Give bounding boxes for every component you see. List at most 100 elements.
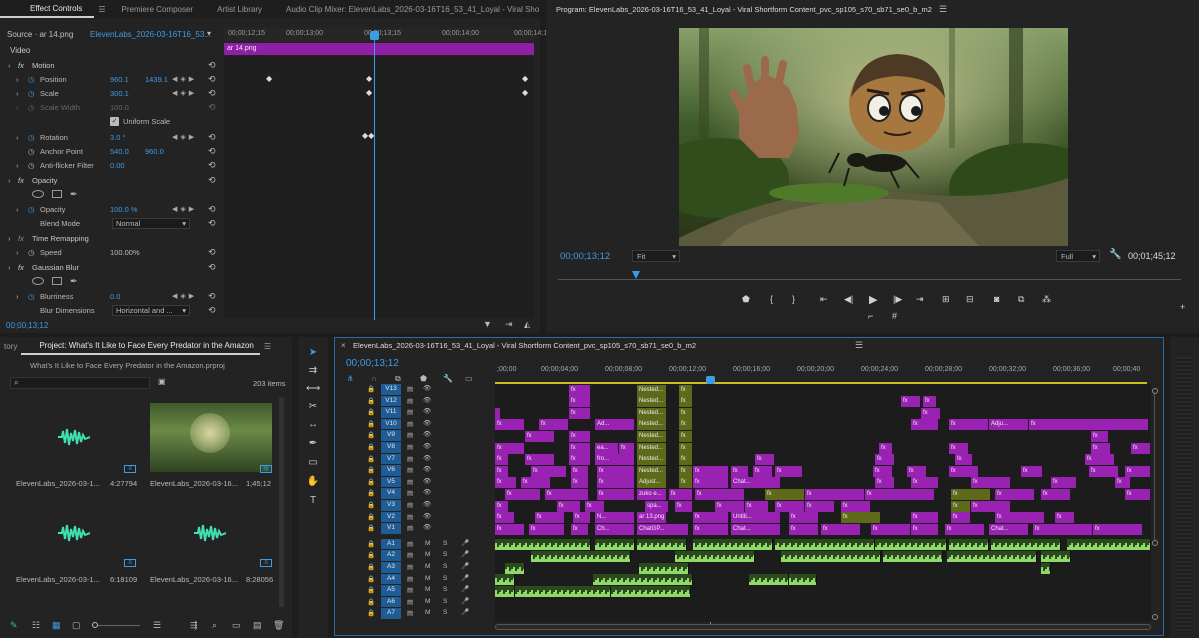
- track-target[interactable]: V1: [381, 523, 401, 534]
- mic-icon[interactable]: 🎤: [461, 562, 469, 570]
- video-clip[interactable]: Nested...: [637, 419, 667, 431]
- tab-premiere-composer[interactable]: Premiere Composer: [110, 5, 206, 14]
- audio-clip[interactable]: [1041, 550, 1071, 562]
- sync-icon[interactable]: ▤: [407, 586, 413, 594]
- wrench-icon[interactable]: 🔧: [1109, 249, 1121, 260]
- timeline-title[interactable]: ElevenLabs_2026-03-16T16_53_41_Loyal - V…: [353, 341, 696, 350]
- reset-icon[interactable]: ⟲: [208, 74, 216, 85]
- audio-clip[interactable]: [505, 562, 525, 574]
- close-icon[interactable]: ×: [341, 341, 346, 350]
- eye-icon[interactable]: 👁: [423, 512, 431, 520]
- video-clip[interactable]: fx: [865, 488, 935, 500]
- settings-wrench-icon[interactable]: 🔧: [443, 374, 453, 383]
- stopwatch-icon[interactable]: ◷: [28, 89, 35, 98]
- mic-icon[interactable]: 🎤: [461, 550, 469, 558]
- video-clip[interactable]: fx: [1125, 465, 1151, 477]
- lock-icon[interactable]: 🔒: [367, 575, 375, 583]
- selection-tool-icon[interactable]: ➤: [306, 347, 320, 361]
- ec-clip-bar[interactable]: ar 14.png: [224, 43, 534, 55]
- rotation-row[interactable]: › ◷ Rotation 3.0 ° ◀◈▶ ⟲: [0, 130, 222, 144]
- sync-icon[interactable]: ▤: [407, 408, 413, 416]
- reset-icon[interactable]: ⟲: [208, 132, 216, 143]
- opacity-row[interactable]: › ◷ Opacity 100.0 % ◀◈▶ ⟲: [0, 202, 222, 216]
- video-clip[interactable]: fx: [505, 488, 541, 500]
- video-clip[interactable]: fx: [1021, 465, 1043, 477]
- track-header-v11[interactable]: 🔒 V11 ▤ 👁: [365, 407, 493, 418]
- track-header-v12[interactable]: 🔒 V12 ▤ 👁: [365, 395, 493, 407]
- ec-ruler[interactable]: 00;00;12;15 00;00;13;00 00;00;13;15 00;0…: [224, 28, 547, 42]
- video-clip[interactable]: fx: [569, 430, 591, 442]
- lock-icon[interactable]: 🔒: [367, 478, 375, 486]
- video-clip[interactable]: fx: [879, 442, 893, 454]
- trash-icon[interactable]: 🗑: [273, 620, 284, 631]
- track-header-v1[interactable]: 🔒 V1 ▤ 👁: [365, 523, 493, 534]
- video-clip[interactable]: fx: [971, 477, 1011, 489]
- nest-icon[interactable]: ⧉: [395, 374, 401, 384]
- video-clip[interactable]: spa...: [645, 500, 669, 512]
- keyframe-nav[interactable]: ◀◈▶: [172, 89, 197, 97]
- video-clip[interactable]: fx: [619, 442, 635, 454]
- tab-project[interactable]: Project: What's It Like to Face Every Pr…: [21, 337, 260, 355]
- ripple-edit-tool-icon[interactable]: ⟷: [306, 383, 320, 397]
- sync-icon[interactable]: ▤: [407, 575, 413, 583]
- keyframe-diamond[interactable]: ◆: [366, 74, 372, 83]
- audio-clip[interactable]: [495, 574, 515, 586]
- reset-icon[interactable]: ⟲: [208, 60, 216, 71]
- tab-audio-clip-mixer[interactable]: Audio Clip Mixer: ElevenLabs_2026-03-16T…: [274, 5, 551, 14]
- program-title[interactable]: Program: ElevenLabs_2026-03-16T16_53_41_…: [556, 5, 932, 14]
- audio-clip[interactable]: [789, 574, 817, 586]
- sync-icon[interactable]: ▤: [407, 431, 413, 439]
- lock-icon[interactable]: 🔒: [367, 455, 375, 463]
- video-clip[interactable]: fx: [911, 523, 939, 535]
- source-label[interactable]: Source · ar 14.png: [7, 30, 73, 39]
- fit-select[interactable]: Fit ▾: [632, 250, 680, 262]
- tab-menu-icon[interactable]: ☰: [94, 5, 109, 14]
- reset-icon[interactable]: ⟲: [208, 218, 216, 229]
- sync-icon[interactable]: ▤: [407, 609, 413, 617]
- keyframe-diamond[interactable]: ◆◆: [362, 131, 374, 140]
- eye-icon[interactable]: 👁: [423, 396, 431, 404]
- track-header-a2[interactable]: 🔒 A2 ▤ M S 🎤: [365, 550, 493, 561]
- audio-clip[interactable]: [947, 550, 1037, 562]
- track-header-a5[interactable]: 🔒 A5 ▤ M S 🎤: [365, 585, 493, 596]
- keyframe-nav[interactable]: ◀◈▶: [172, 75, 197, 83]
- pencil-icon[interactable]: ✎: [10, 620, 18, 631]
- video-clip[interactable]: fx: [535, 512, 565, 524]
- audio-clip[interactable]: [595, 539, 635, 551]
- track-header-a1[interactable]: 🔒 A1 ▤ M S 🎤: [365, 538, 493, 550]
- find-icon[interactable]: ⌕: [212, 620, 217, 631]
- eye-icon[interactable]: 👁: [423, 500, 431, 508]
- list-view-icon[interactable]: ☷: [32, 620, 40, 631]
- captions-icon[interactable]: ▭: [465, 374, 473, 383]
- uniform-scale-checkbox[interactable]: ✓: [110, 116, 119, 126]
- video-clip[interactable]: fx: [569, 442, 591, 454]
- track-header-v2[interactable]: 🔒 V2 ▤ 👁: [365, 511, 493, 523]
- track-header-a6[interactable]: 🔒 A6 ▤ M S 🎤: [365, 596, 493, 608]
- tab-artist-library[interactable]: Artist Library: [205, 5, 274, 14]
- video-clip[interactable]: fx: [841, 500, 871, 512]
- video-clip[interactable]: Nested...: [637, 454, 667, 466]
- video-clip[interactable]: Chat...: [989, 523, 1029, 535]
- video-clip[interactable]: fx: [525, 430, 555, 442]
- solo-icon[interactable]: S: [443, 586, 447, 593]
- keyframe-nav[interactable]: ◀◈▶: [172, 292, 197, 300]
- eye-icon[interactable]: 👁: [423, 488, 431, 496]
- video-clip[interactable]: fx: [569, 384, 591, 396]
- blend-mode-select[interactable]: Normal ▾: [112, 217, 190, 229]
- video-clip[interactable]: fx: [901, 396, 921, 408]
- program-video-frame[interactable]: [679, 28, 1068, 246]
- solo-icon[interactable]: S: [443, 551, 447, 558]
- track-header-v9[interactable]: 🔒 V9 ▤ 👁: [365, 430, 493, 441]
- video-clip[interactable]: fro...: [595, 454, 635, 466]
- keyframe-diamond[interactable]: ◆: [366, 88, 372, 97]
- video-clip[interactable]: fx: [1029, 419, 1149, 431]
- freeform-view-icon[interactable]: ▢: [72, 620, 81, 631]
- video-clip[interactable]: fx: [949, 419, 989, 431]
- eye-icon[interactable]: 👁: [423, 477, 431, 485]
- sync-icon[interactable]: ▤: [407, 397, 413, 405]
- video-clip[interactable]: Nested...: [637, 430, 667, 442]
- mute-icon[interactable]: M: [425, 551, 430, 558]
- video-clip[interactable]: fx: [679, 477, 693, 489]
- video-clip[interactable]: fx: [679, 384, 693, 396]
- solo-icon[interactable]: S: [443, 563, 447, 570]
